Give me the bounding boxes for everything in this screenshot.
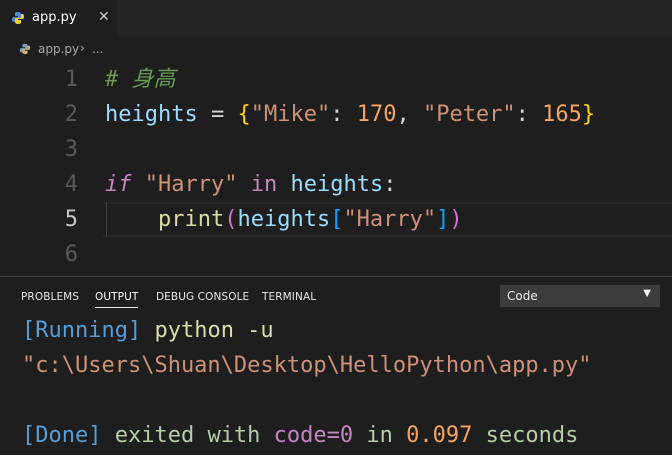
output-channel-select[interactable]: Code ▼	[500, 285, 660, 307]
output-time: 0.097	[406, 423, 473, 448]
code-line-3: 3	[0, 132, 672, 167]
output-tag: [Done]	[22, 423, 102, 448]
code-text: print(heights["Harry"])	[105, 202, 463, 237]
variable-token: heights	[290, 172, 384, 197]
output-text: exited with	[101, 423, 274, 448]
tab-bar: app.py ✕	[0, 0, 672, 36]
variable-token: heights	[237, 207, 331, 232]
number-token: 165	[542, 102, 582, 127]
code-text: # 身高	[105, 62, 176, 97]
output-text: seconds	[472, 423, 579, 448]
line-number: 2	[64, 102, 78, 127]
output-text: in	[353, 423, 407, 448]
line-number: 5	[64, 207, 78, 232]
select-value: Code	[507, 289, 538, 303]
string-token: "Peter"	[422, 102, 516, 127]
code-text: heights = {"Mike": 170, "Peter": 165}	[105, 97, 595, 132]
string-token: "Harry"	[343, 207, 437, 232]
keyword-token: if	[105, 172, 132, 197]
operator-token: =	[197, 102, 238, 127]
punct-token: ,	[396, 102, 423, 127]
function-token: print	[157, 207, 225, 232]
breadcrumb-separator: ›	[80, 41, 85, 55]
output-line-1: [Running] python -u	[22, 313, 274, 348]
bottom-panel: PROBLEMS OUTPUT DEBUG CONSOLE TERMINAL C…	[0, 276, 672, 455]
breadcrumb-file[interactable]: app.py	[38, 42, 79, 56]
tab-app-py[interactable]: app.py ✕	[0, 0, 117, 36]
brace-token: {	[237, 102, 251, 127]
output-command: python -u	[141, 318, 274, 343]
string-token: "Harry"	[144, 172, 238, 197]
number-token: 170	[356, 102, 397, 127]
line-number: 6	[64, 242, 78, 267]
punct-token: :	[330, 102, 357, 127]
breadcrumb: app.py › ...	[0, 36, 672, 62]
python-file-icon	[19, 43, 31, 55]
code-editor[interactable]: 1 # 身高 2 heights = {"Mike": 170, "Peter"…	[0, 62, 672, 276]
breadcrumb-symbols[interactable]: ...	[92, 42, 103, 56]
line-number: 3	[64, 137, 78, 162]
variable-token: heights	[105, 102, 198, 127]
line-number: 1	[64, 67, 78, 92]
line-number: 4	[64, 172, 78, 197]
keyword-token: in	[250, 172, 278, 197]
output-exit-code: code=0	[273, 423, 354, 448]
code-line-1: 1 # 身高	[0, 62, 672, 97]
comment-token: # 身高	[105, 67, 176, 92]
punct-token: :	[515, 102, 543, 127]
code-text: if "Harry" in heights:	[105, 167, 396, 202]
code-line-5: 5 print(heights["Harry"])	[0, 202, 672, 237]
output-path: "c:\Users\Shuan\Desktop\HelloPython\app.…	[22, 353, 592, 378]
code-line-6: 6	[0, 237, 672, 272]
paren-token: (	[224, 207, 238, 232]
code-line-2: 2 heights = {"Mike": 170, "Peter": 165}	[0, 97, 672, 132]
punct-token: :	[383, 172, 397, 197]
output-line-2: "c:\Users\Shuan\Desktop\HelloPython\app.…	[22, 348, 592, 383]
tab-output[interactable]: OUTPUT	[95, 291, 139, 308]
output-tag: [Running]	[22, 318, 142, 343]
code-line-4: 4 if "Harry" in heights:	[0, 167, 672, 202]
paren-token: )	[449, 207, 463, 232]
tab-terminal[interactable]: TERMINAL	[262, 291, 316, 303]
string-token: "Mike"	[250, 102, 331, 127]
close-icon[interactable]: ✕	[98, 9, 110, 25]
python-file-icon	[12, 12, 24, 24]
tab-debug-console[interactable]: DEBUG CONSOLE	[156, 291, 249, 303]
tab-problems[interactable]: PROBLEMS	[21, 291, 79, 303]
chevron-down-icon: ▼	[643, 288, 651, 299]
bracket-token: ]	[436, 207, 450, 232]
brace-token: }	[581, 102, 596, 127]
output-line-4: [Done] exited with code=0 in 0.097 secon…	[22, 418, 578, 453]
bracket-token: [	[330, 207, 344, 232]
tab-label: app.py	[32, 10, 77, 25]
